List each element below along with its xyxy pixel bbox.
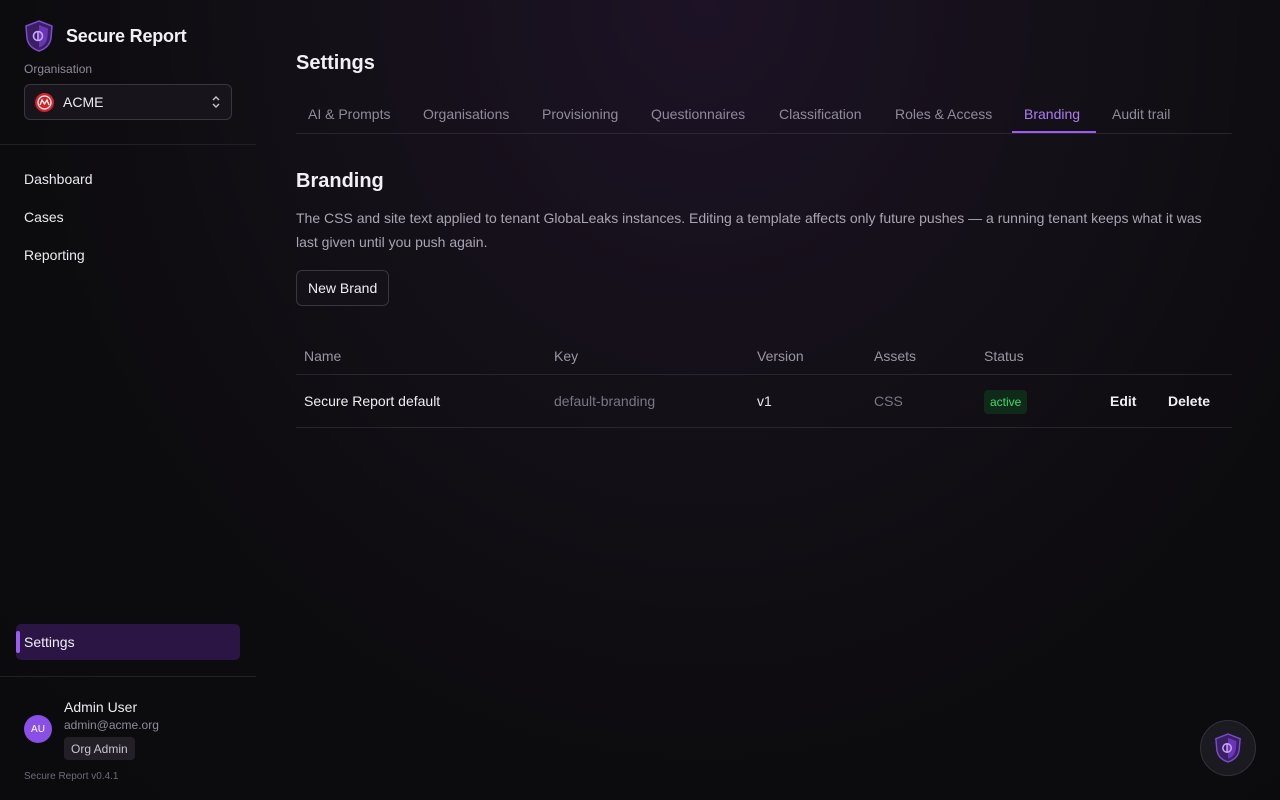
- sidebar: Secure Report Organisation ACME Dashboar…: [0, 0, 256, 800]
- tab-audit-trail[interactable]: Audit trail: [1112, 106, 1170, 122]
- active-tab-underline: [1012, 131, 1096, 133]
- role-badge: Org Admin: [64, 737, 135, 760]
- section-title: Branding: [296, 170, 384, 192]
- org-selected: ACME: [63, 94, 104, 110]
- org-label: Organisation: [24, 62, 93, 76]
- assistant-button[interactable]: [1200, 720, 1256, 776]
- sidebar-divider: [0, 144, 256, 145]
- column-header-name: Name: [304, 348, 342, 364]
- tab-branding[interactable]: Branding: [1024, 106, 1080, 122]
- app-version: Secure Report v0.4.1: [24, 771, 119, 782]
- brand[interactable]: Secure Report: [24, 20, 187, 52]
- nav-settings-label: Settings: [24, 634, 75, 650]
- status-badge: active: [984, 390, 1028, 414]
- user-email: admin@acme.org: [64, 718, 159, 732]
- new-brand-button[interactable]: New Brand: [296, 270, 390, 306]
- tab-organisations[interactable]: Organisations: [423, 106, 509, 122]
- column-header-assets: Assets: [874, 348, 917, 364]
- user-name: Admin User: [64, 699, 138, 715]
- edit-button[interactable]: Edit: [1110, 393, 1136, 409]
- brand-key-cell: default-branding: [554, 393, 656, 409]
- app-name: Secure Report: [66, 25, 187, 46]
- column-header-status: Status: [984, 348, 1024, 364]
- page-title: Settings: [296, 52, 375, 74]
- tab-roles-access[interactable]: Roles & Access: [895, 106, 992, 122]
- sidebar-divider: [0, 676, 256, 677]
- acme-logo-icon: [35, 92, 54, 112]
- nav-cases[interactable]: Cases: [24, 209, 64, 225]
- nav-reporting[interactable]: Reporting: [24, 247, 85, 263]
- delete-button[interactable]: Delete: [1168, 393, 1210, 409]
- nav-settings[interactable]: Settings: [16, 624, 240, 660]
- section-description: The CSS and site text applied to tenant …: [296, 210, 1202, 250]
- nav-dashboard[interactable]: Dashboard: [24, 171, 93, 187]
- org-select[interactable]: ACME: [24, 84, 232, 120]
- column-header-version: Version: [757, 348, 804, 364]
- column-header-key: Key: [554, 348, 579, 364]
- brand-name-cell: Secure Report default: [304, 393, 441, 409]
- brand-assets-cell: CSS: [874, 393, 903, 409]
- table-header: Name Key Version Assets Status: [296, 338, 1232, 375]
- tab-ai-prompts[interactable]: AI & Prompts: [308, 106, 390, 122]
- chevron-updown-icon: [212, 96, 220, 108]
- shield-logo-icon: [1215, 733, 1241, 763]
- tab-provisioning[interactable]: Provisioning: [542, 106, 618, 122]
- active-indicator: [16, 631, 20, 653]
- avatar[interactable]: AU: [24, 715, 52, 743]
- branding-table: Name Key Version Assets Status Secure Re…: [296, 338, 1232, 428]
- settings-tabs: AI & Prompts Organisations Provisioning …: [296, 96, 1232, 134]
- shield-logo-icon: [25, 20, 53, 52]
- tab-questionnaires[interactable]: Questionnaires: [651, 106, 745, 122]
- brand-version-cell: v1: [757, 393, 772, 409]
- table-row: Secure Report default default-branding v…: [296, 375, 1232, 428]
- tab-classification[interactable]: Classification: [779, 106, 861, 122]
